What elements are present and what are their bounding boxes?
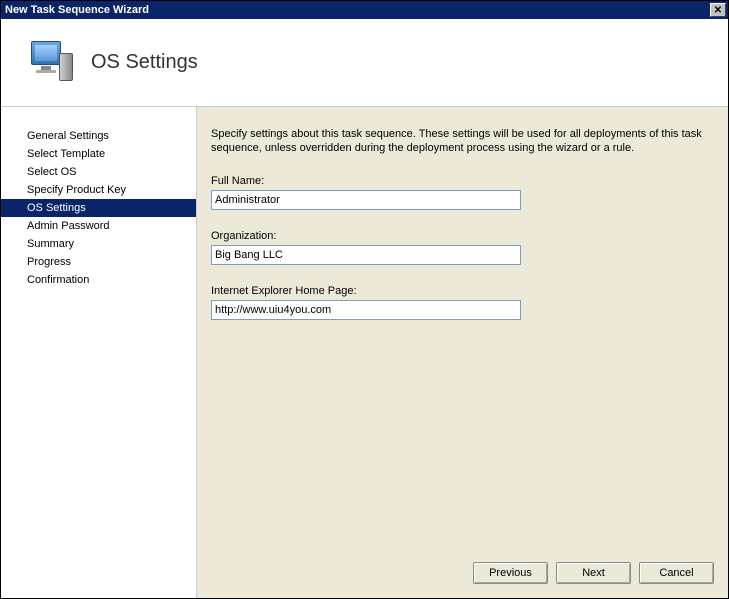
sidebar-item-summary[interactable]: Summary [1, 235, 196, 253]
sidebar-item-select-template[interactable]: Select Template [1, 145, 196, 163]
organization-label: Organization: [211, 230, 714, 242]
wizard-header: OS Settings [1, 19, 728, 107]
organization-group: Organization: [211, 230, 714, 265]
button-row: Previous Next Cancel [473, 562, 714, 584]
ie-home-group: Internet Explorer Home Page: [211, 285, 714, 320]
sidebar-item-progress[interactable]: Progress [1, 253, 196, 271]
titlebar: New Task Sequence Wizard ✕ [1, 1, 728, 19]
computer-icon [25, 39, 73, 87]
description-text: Specify settings about this task sequenc… [211, 127, 714, 155]
wizard-window: New Task Sequence Wizard ✕ OS Settings G… [0, 0, 729, 599]
ie-home-label: Internet Explorer Home Page: [211, 285, 714, 297]
full-name-group: Full Name: [211, 175, 714, 210]
wizard-body: General Settings Select Template Select … [1, 107, 728, 598]
sidebar-item-specify-product-key[interactable]: Specify Product Key [1, 181, 196, 199]
sidebar-item-confirmation[interactable]: Confirmation [1, 271, 196, 289]
page-title: OS Settings [91, 51, 198, 74]
ie-home-input[interactable] [211, 300, 521, 320]
window-title: New Task Sequence Wizard [5, 1, 149, 19]
sidebar: General Settings Select Template Select … [1, 107, 197, 598]
close-icon: ✕ [714, 5, 722, 16]
close-button[interactable]: ✕ [710, 3, 726, 17]
content-pane: Specify settings about this task sequenc… [197, 107, 728, 598]
full-name-input[interactable] [211, 190, 521, 210]
next-button[interactable]: Next [556, 562, 631, 584]
sidebar-item-os-settings[interactable]: OS Settings [1, 199, 196, 217]
organization-input[interactable] [211, 245, 521, 265]
sidebar-item-general-settings[interactable]: General Settings [1, 127, 196, 145]
sidebar-item-select-os[interactable]: Select OS [1, 163, 196, 181]
previous-button[interactable]: Previous [473, 562, 548, 584]
full-name-label: Full Name: [211, 175, 714, 187]
sidebar-item-admin-password[interactable]: Admin Password [1, 217, 196, 235]
cancel-button[interactable]: Cancel [639, 562, 714, 584]
